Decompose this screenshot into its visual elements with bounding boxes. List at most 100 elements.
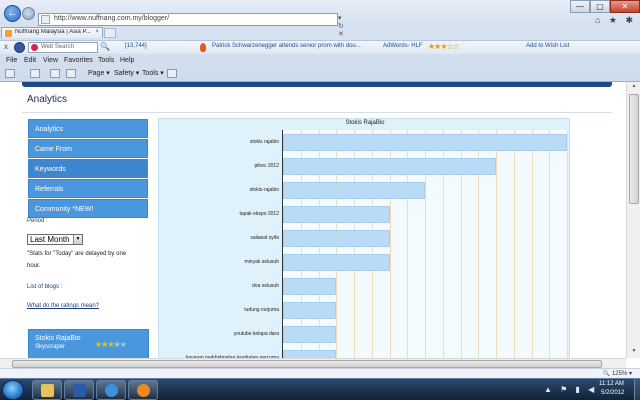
address-row: ← → http://www.nuffnang.com.my/blogger/ … <box>0 0 640 38</box>
vertical-scrollbar[interactable]: ▲ ▼ <box>626 82 640 358</box>
safety-menu[interactable]: Safety ▾ <box>114 69 139 77</box>
read-mail-icon[interactable] <box>50 69 60 78</box>
sidebar-item-analytics[interactable]: Analytics <box>28 119 148 138</box>
system-tray-icons[interactable]: ▲ ⚑ ▮ ◀ <box>544 385 597 394</box>
tab-close-icon[interactable]: × <box>95 29 99 35</box>
chart-title: Stokis RajaBio <box>345 120 385 126</box>
toolbar-search-input[interactable]: Web Search <box>28 42 98 53</box>
close-window-button[interactable]: ✕ <box>610 0 640 13</box>
horizontal-scrollbar[interactable] <box>0 358 626 368</box>
search-icon[interactable]: 🔍 <box>100 42 110 51</box>
chart-bar[interactable] <box>283 278 336 295</box>
menu-view[interactable]: View <box>43 57 58 64</box>
chart-bar[interactable] <box>283 134 567 151</box>
bar-label: tapak ekspo 2012 <box>239 211 279 217</box>
scroll-up-icon[interactable]: ▲ <box>629 83 639 92</box>
chart-bar[interactable] <box>283 350 336 358</box>
site-top-bar <box>22 82 612 87</box>
star-filled-icon: ★★★ <box>95 340 114 349</box>
feeds-icon[interactable] <box>30 69 40 78</box>
taskbar-word[interactable] <box>64 380 94 400</box>
zoom-control[interactable]: 🔍 125% ▾ <box>603 370 632 377</box>
menu-tools[interactable]: Tools <box>98 57 114 64</box>
avast-icon <box>137 384 150 397</box>
start-button[interactable] <box>2 380 24 400</box>
forward-button[interactable]: → <box>22 7 35 20</box>
chart-bar[interactable] <box>283 254 390 271</box>
sidebar-item-came-from[interactable]: Came From <box>28 139 148 158</box>
tab-nuffnang[interactable]: Nuffnang Malaysia | Asia P... × <box>1 27 103 38</box>
new-tab-button[interactable] <box>104 28 116 38</box>
bar-label: salawat syifa <box>250 235 279 241</box>
home-icon[interactable] <box>5 69 15 78</box>
wish-list-link[interactable]: Add to Wish List <box>526 43 569 49</box>
bar-label: pihec 2012 <box>254 163 279 169</box>
toolbar-logo-icon[interactable] <box>14 42 25 53</box>
tab-title: Nuffnang Malaysia | Asia P... <box>15 29 91 35</box>
rating-stars-icon[interactable]: ★★★☆☆ <box>428 42 460 51</box>
bar-label: stokis-rajabio <box>249 187 279 193</box>
internet-explorer-icon <box>105 384 118 397</box>
ratings-help-link[interactable]: What do the ratings mean? <box>27 303 99 309</box>
menu-file[interactable]: File <box>6 57 17 64</box>
sidebar-item-referrals[interactable]: Referrals <box>28 179 148 198</box>
minimize-button[interactable]: — <box>570 0 590 13</box>
chart-bar[interactable] <box>283 158 496 175</box>
grid-line <box>549 130 550 358</box>
maximize-button[interactable]: ▢ <box>590 0 610 13</box>
page-menu[interactable]: Page ▾ <box>88 69 110 77</box>
menu-edit[interactable]: Edit <box>24 57 36 64</box>
sidebar-item-community[interactable]: Community *NEW! <box>28 199 148 218</box>
page-title: Analytics <box>27 94 68 105</box>
news-ticker-link[interactable]: Patrick Schwarzenegger attends senior pr… <box>212 43 361 49</box>
blog-ad-type: Skyscraper <box>35 344 66 350</box>
toolbar-count[interactable]: [13,744] <box>125 43 147 49</box>
scroll-down-icon[interactable]: ▼ <box>629 348 639 357</box>
vertical-scroll-thumb[interactable] <box>629 94 639 204</box>
folder-icon <box>41 384 54 397</box>
keywords-chart: Stokis RajaBio stokis rajabio pihec 2012 s… <box>158 118 570 358</box>
search-placeholder: Web Search <box>41 44 74 50</box>
adwords-link[interactable]: AdWords- HLF <box>383 43 423 49</box>
print-icon[interactable] <box>66 69 76 78</box>
chart-bar[interactable] <box>283 326 336 343</box>
star-empty-icon: ★★ <box>113 340 127 349</box>
clock-date[interactable]: 5/2/2012 <box>601 390 624 396</box>
show-desktop-button[interactable] <box>634 379 640 400</box>
blog-name: Stokis RajaBio <box>35 335 81 342</box>
taskbar-avast[interactable] <box>128 380 158 400</box>
chart-bar[interactable] <box>283 206 390 223</box>
nuffnang-favicon-icon <box>5 30 12 37</box>
address-bar[interactable]: http://www.nuffnang.com.my/blogger/ ▾ ↻ … <box>38 13 344 38</box>
sidebar-item-keywords[interactable]: Keywords <box>28 159 148 178</box>
url-text: http://www.nuffnang.com.my/blogger/ <box>54 15 170 22</box>
taskbar-ie[interactable] <box>96 380 126 400</box>
help-icon[interactable] <box>167 69 177 78</box>
chart-plot-area <box>282 130 568 358</box>
period-label: Period : <box>27 218 48 224</box>
chevron-down-icon[interactable]: ▼ <box>73 235 82 244</box>
menu-help[interactable]: Help <box>120 57 134 64</box>
home-favorites-settings-icons[interactable]: ⌂ ★ ✱ <box>595 15 636 26</box>
chart-bar[interactable] <box>283 302 336 319</box>
taskbar-explorer[interactable] <box>32 380 62 400</box>
page-content: Analytics Analytics Came From Keywords R… <box>0 82 626 358</box>
search-engine-icon <box>31 44 38 51</box>
window-controls: — ▢ ✕ <box>560 0 640 14</box>
tab-row: Nuffnang Malaysia | Asia P... × <box>0 27 640 40</box>
tools-menu[interactable]: Tools ▾ <box>142 69 164 77</box>
list-of-blogs-label: List of blogs : <box>27 284 63 290</box>
grid-line <box>567 130 568 358</box>
period-select[interactable]: Last Month ▼ <box>27 234 83 245</box>
chart-bar[interactable] <box>283 230 390 247</box>
back-button[interactable]: ← <box>4 5 21 22</box>
horizontal-scroll-thumb[interactable] <box>12 360 602 368</box>
address-tools-icons[interactable]: ▾ ↻ ✕ <box>338 14 346 38</box>
chart-bar[interactable] <box>283 182 425 199</box>
toolbar-close-icon[interactable]: x <box>4 42 8 51</box>
blog-card[interactable]: Stokis RajaBio Skyscraper ★★★★★ <box>28 329 149 358</box>
flame-icon[interactable] <box>200 43 206 52</box>
clock-time[interactable]: 11:12 AM <box>599 381 624 387</box>
menu-favorites[interactable]: Favorites <box>64 57 93 64</box>
sidebar-menu: Analytics Came From Keywords Referrals C… <box>28 119 150 219</box>
